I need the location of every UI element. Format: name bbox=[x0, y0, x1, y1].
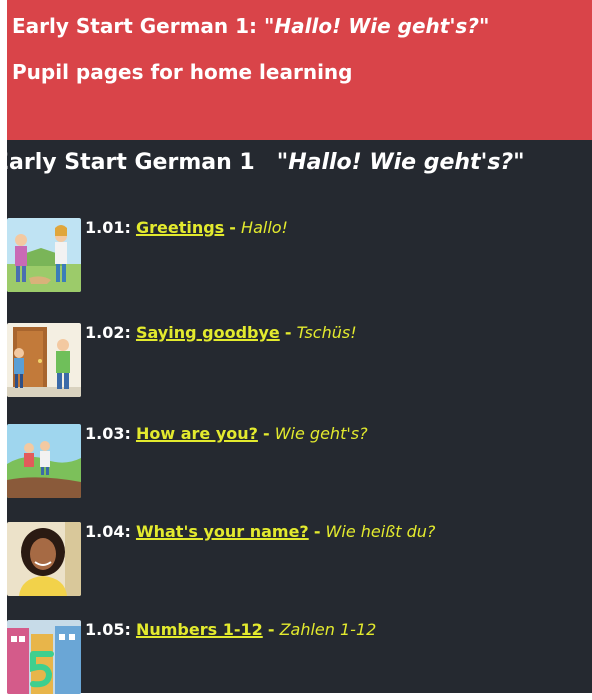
header-course-name: Early Start German 1 bbox=[12, 14, 250, 38]
lesson-separator: - bbox=[263, 424, 270, 443]
page-frame: Early Start German 1: "Hallo! Wie geht's… bbox=[7, 0, 592, 694]
section-title-subtitle: "Hallo! Wie geht's?" bbox=[276, 150, 525, 175]
children-goodbye-icon[interactable] bbox=[7, 323, 81, 397]
header-banner: Early Start German 1: "Hallo! Wie geht's… bbox=[7, 0, 592, 140]
children-greeting-icon[interactable] bbox=[7, 218, 81, 292]
lesson-german-phrase: Tschüs! bbox=[296, 323, 357, 342]
header-course-subtitle: "Hallo! Wie geht's?" bbox=[264, 14, 490, 38]
lesson-separator: - bbox=[284, 323, 292, 342]
lesson-text: 1.03: How are you? - Wie geht's? bbox=[85, 424, 368, 443]
lesson-item: 1.05: Numbers 1-12 - Zahlen 1-12 bbox=[7, 620, 592, 700]
lesson-number: 1.04: bbox=[85, 522, 131, 541]
lesson-number: 1.05: bbox=[85, 620, 131, 639]
lesson-separator: - bbox=[313, 522, 321, 541]
lesson-text: 1.05: Numbers 1-12 - Zahlen 1-12 bbox=[85, 620, 376, 639]
lesson-separator: - bbox=[229, 218, 236, 237]
header-subheading: Pupil pages for home learning bbox=[12, 60, 353, 84]
lesson-link-saying-goodbye[interactable]: Saying goodbye bbox=[136, 323, 280, 342]
header-title: Early Start German 1: "Hallo! Wie geht's… bbox=[12, 14, 489, 38]
lesson-link-whats-your-name[interactable]: What's your name? bbox=[136, 522, 309, 541]
lesson-text: 1.02: Saying goodbye - Tschüs! bbox=[85, 323, 357, 342]
section-title-bar: Early Start German 1 "Hallo! Wie geht's?" bbox=[7, 148, 592, 180]
lesson-text: 1.04: What's your name? - Wie heißt du? bbox=[85, 522, 435, 541]
lesson-item: 1.03: How are you? - Wie geht's? bbox=[7, 424, 592, 504]
lesson-separator: - bbox=[267, 620, 275, 639]
lesson-text: 1.01: Greetings - Hallo! bbox=[85, 218, 288, 237]
lesson-link-numbers[interactable]: Numbers 1-12 bbox=[136, 620, 263, 639]
lesson-item: 1.01: Greetings - Hallo! bbox=[7, 218, 592, 298]
lesson-german-phrase: Hallo! bbox=[241, 218, 288, 237]
section-title: Early Start German 1 "Hallo! Wie geht's?" bbox=[7, 150, 525, 175]
lesson-german-phrase: Zahlen 1-12 bbox=[279, 620, 377, 639]
lesson-german-phrase: Wie heißt du? bbox=[325, 522, 436, 541]
lesson-number: 1.02: bbox=[85, 323, 131, 342]
lesson-number: 1.01: bbox=[85, 218, 131, 237]
section-title-name: Early Start German 1 bbox=[7, 150, 255, 175]
lesson-item: 1.04: What's your name? - Wie heißt du? bbox=[7, 522, 592, 602]
lesson-link-greetings[interactable]: Greetings bbox=[136, 218, 224, 237]
children-hill-icon[interactable] bbox=[7, 424, 81, 498]
lesson-german-phrase: Wie geht's? bbox=[274, 424, 368, 443]
lesson-number: 1.03: bbox=[85, 424, 131, 443]
lesson-link-how-are-you[interactable]: How are you? bbox=[136, 424, 258, 443]
header-colon: : bbox=[249, 14, 258, 38]
lesson-item: 1.02: Saying goodbye - Tschüs! bbox=[7, 323, 592, 403]
number-five-icon[interactable] bbox=[7, 620, 81, 694]
teacher-portrait-icon[interactable] bbox=[7, 522, 81, 596]
